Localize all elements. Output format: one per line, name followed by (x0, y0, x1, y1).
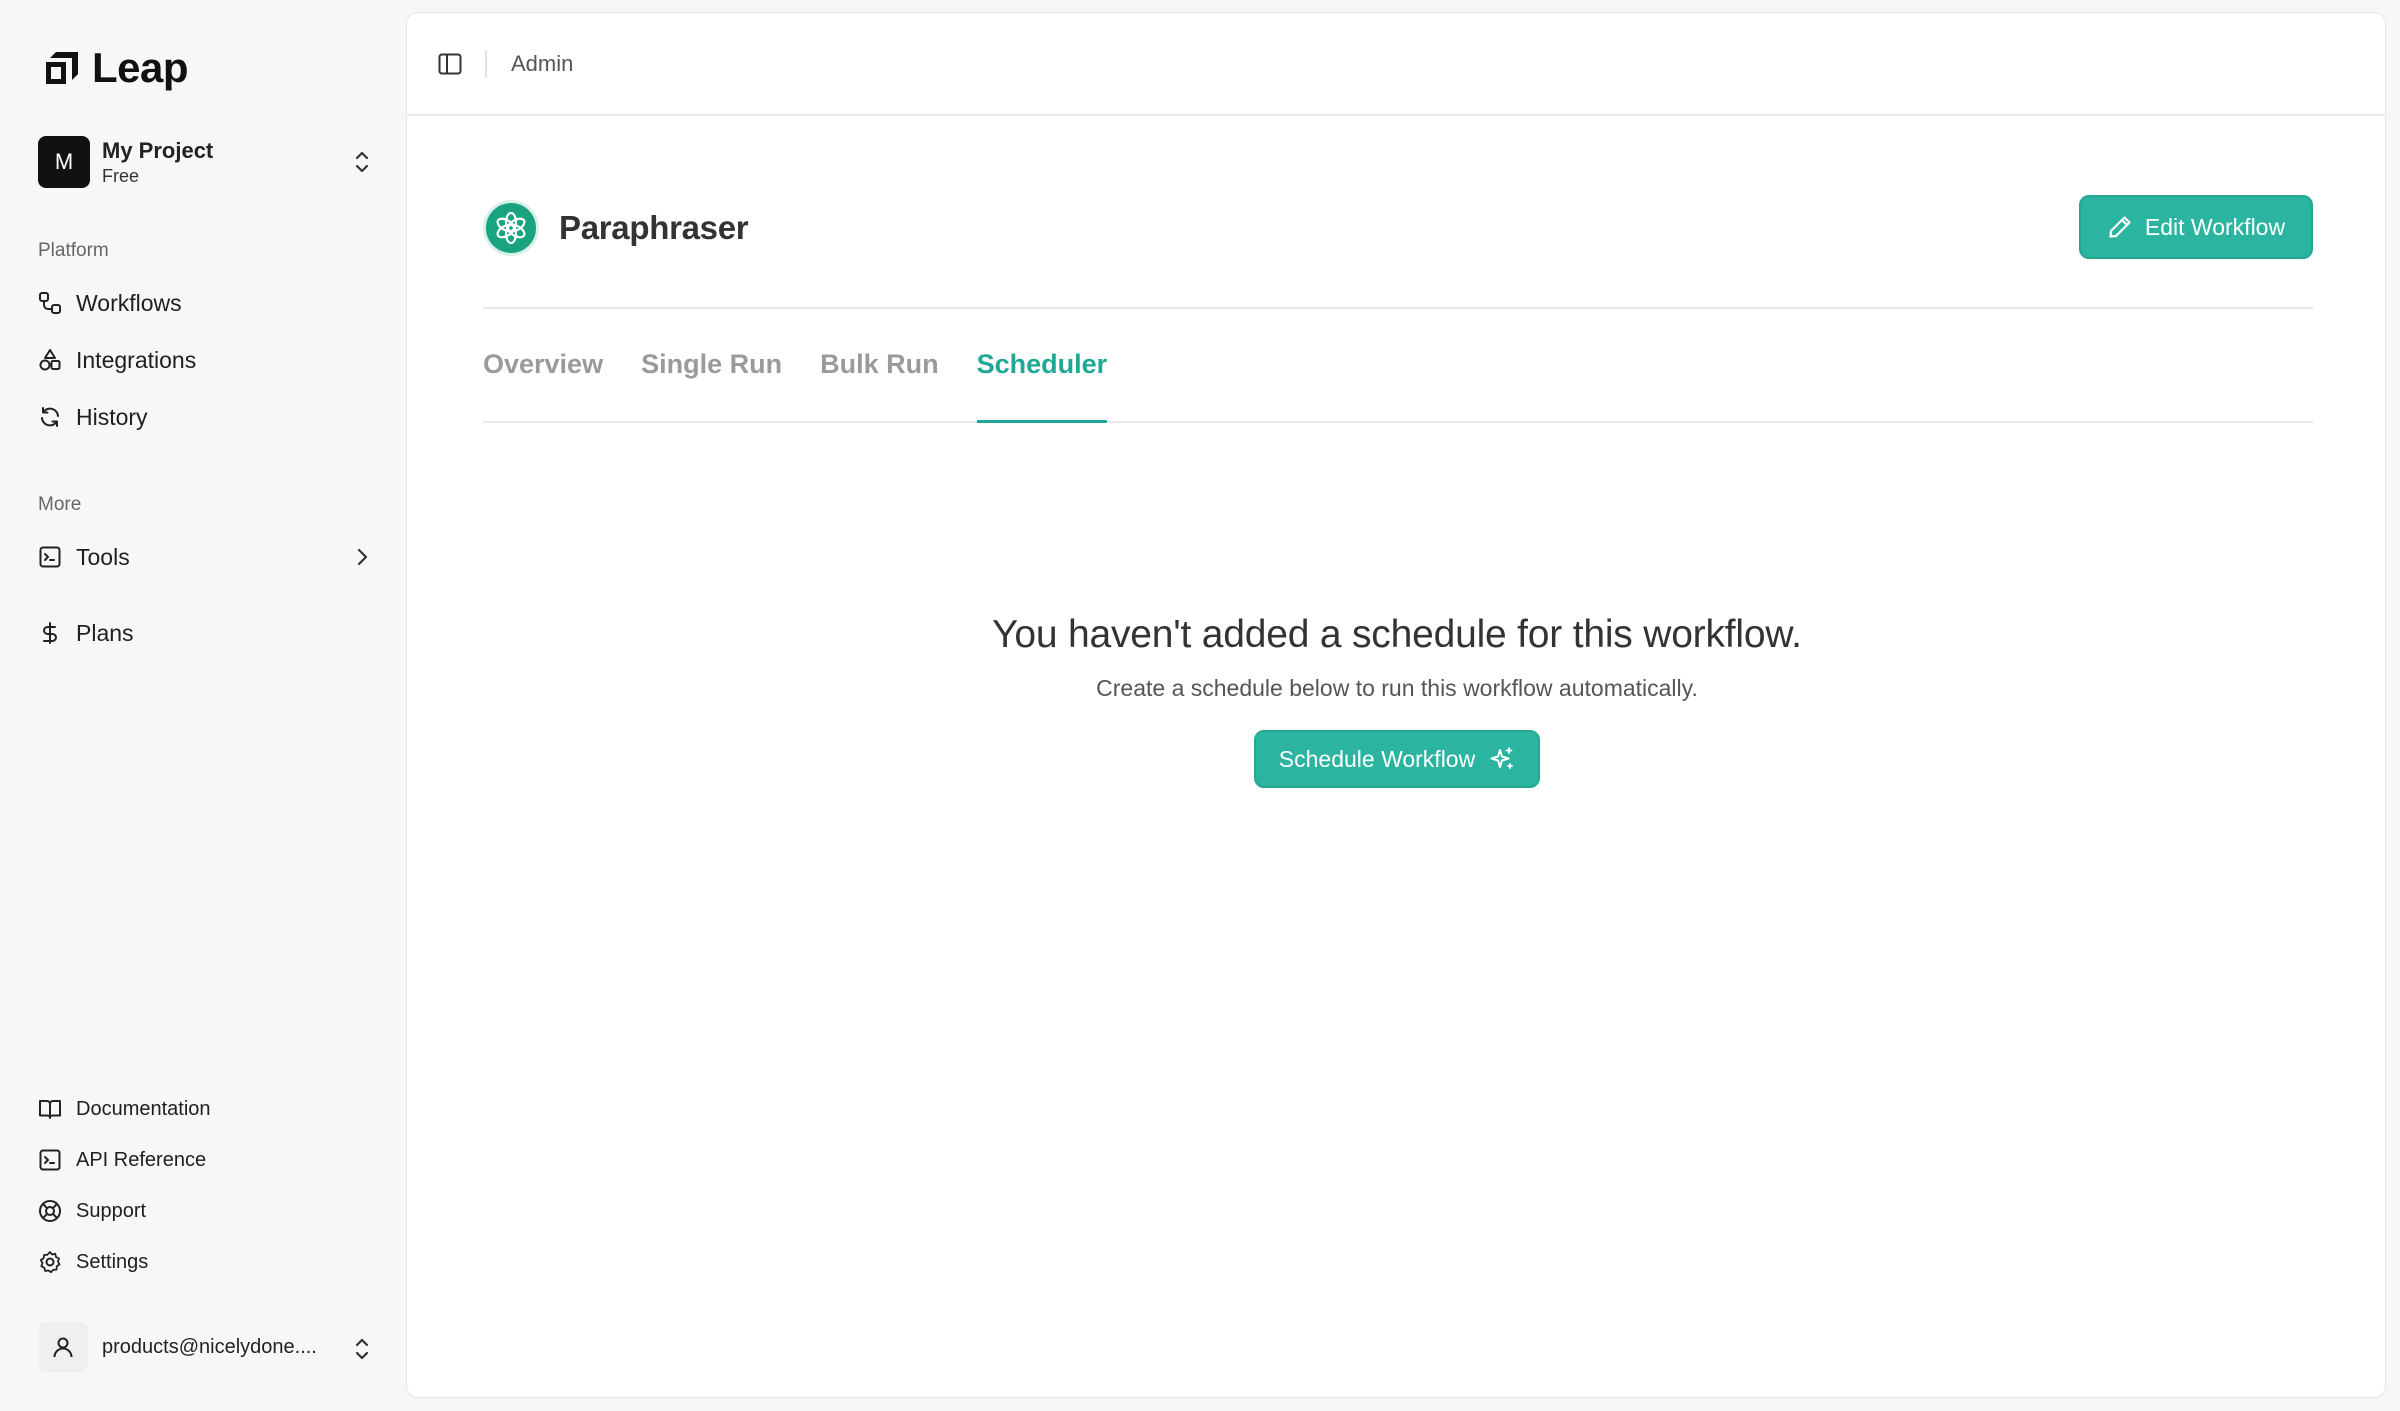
lifebuoy-icon (39, 1200, 61, 1222)
book-icon (39, 1100, 61, 1119)
breadcrumb[interactable]: Admin (511, 51, 573, 77)
logo[interactable]: Leap (42, 42, 189, 94)
more-section-label: More (38, 494, 82, 515)
sidebar-item-history[interactable]: History (38, 395, 372, 439)
workflow-tabs: Overview Single Run Bulk Run Scheduler (483, 309, 2313, 423)
sidebar-item-integrations[interactable]: Integrations (38, 338, 372, 382)
user-email: products@nicelydone.... (102, 1335, 317, 1358)
platform-section-label: Platform (38, 240, 109, 261)
sidebar-item-label: Tools (76, 543, 130, 570)
tab-bulk-run[interactable]: Bulk Run (820, 307, 939, 421)
sidebar-item-tools[interactable]: Tools (38, 535, 372, 579)
workflow-header: Paraphraser Edit Workflow (483, 193, 2313, 263)
project-plan: Free (102, 165, 140, 186)
sidebar-item-label: Support (76, 1199, 147, 1222)
tab-overview[interactable]: Overview (483, 307, 603, 421)
sidebar-item-label: API Reference (76, 1148, 207, 1171)
history-icon (41, 407, 59, 427)
avatar (38, 1322, 88, 1372)
openai-icon (483, 200, 539, 256)
sidebar: Leap M My Project Free Platform Workflow… (0, 0, 405, 1411)
empty-state-subtitle: Create a schedule below to run this work… (1096, 675, 1698, 701)
workflows-icon (39, 292, 61, 314)
sidebar-item-workflows[interactable]: Workflows (38, 281, 372, 325)
tab-scheduler[interactable]: Scheduler (976, 307, 1107, 423)
schedule-workflow-button[interactable]: Schedule Workflow (1254, 730, 1540, 788)
sidebar-item-support[interactable]: Support (38, 1191, 372, 1231)
user-icon (53, 1337, 73, 1358)
empty-state-title: You haven't added a schedule for this wo… (992, 613, 1802, 656)
integrations-icon (39, 349, 61, 371)
brand-name: Leap (92, 44, 189, 91)
chevrons-up-down-icon (355, 1338, 369, 1360)
tab-single-run[interactable]: Single Run (641, 307, 782, 421)
sidebar-item-plans[interactable]: Plans (38, 611, 372, 655)
topbar: Admin (407, 13, 2385, 116)
dollar-icon (43, 622, 57, 644)
edit-workflow-label: Edit Workflow (2144, 213, 2286, 240)
project-switcher[interactable]: M My Project Free (38, 134, 372, 190)
sidebar-item-documentation[interactable]: Documentation (38, 1089, 372, 1129)
sidebar-item-label: Documentation (76, 1097, 211, 1120)
terminal-icon (39, 1149, 61, 1171)
project-name: My Project (102, 137, 214, 163)
schedule-workflow-label: Schedule Workflow (1278, 745, 1476, 772)
sidebar-toggle-icon[interactable] (437, 51, 463, 77)
sidebar-item-settings[interactable]: Settings (38, 1242, 372, 1282)
sidebar-item-label: Plans (76, 619, 134, 646)
leap-logo-icon (46, 52, 78, 84)
sidebar-item-label: Integrations (76, 346, 197, 373)
user-switcher[interactable]: products@nicelydone.... (38, 1322, 372, 1372)
sparkles-icon (1490, 747, 1514, 769)
page-title: Paraphraser (559, 209, 749, 246)
sidebar-item-api-reference[interactable]: API Reference (38, 1140, 372, 1180)
empty-state: You haven't added a schedule for this wo… (407, 613, 2385, 788)
pencil-icon (2109, 216, 2131, 238)
divider (485, 49, 487, 78)
edit-workflow-button[interactable]: Edit Workflow (2079, 195, 2313, 259)
gear-icon (39, 1251, 61, 1274)
sidebar-item-label: Settings (76, 1250, 149, 1273)
chevron-right-icon (357, 548, 368, 566)
sidebar-item-label: History (76, 403, 148, 430)
main-panel: Admin Paraphraser Edit Workflow Overview… (406, 12, 2386, 1398)
chevrons-up-down-icon (355, 151, 369, 173)
sidebar-item-label: Workflows (76, 289, 182, 316)
terminal-icon (39, 546, 61, 568)
project-avatar: M (38, 136, 90, 188)
